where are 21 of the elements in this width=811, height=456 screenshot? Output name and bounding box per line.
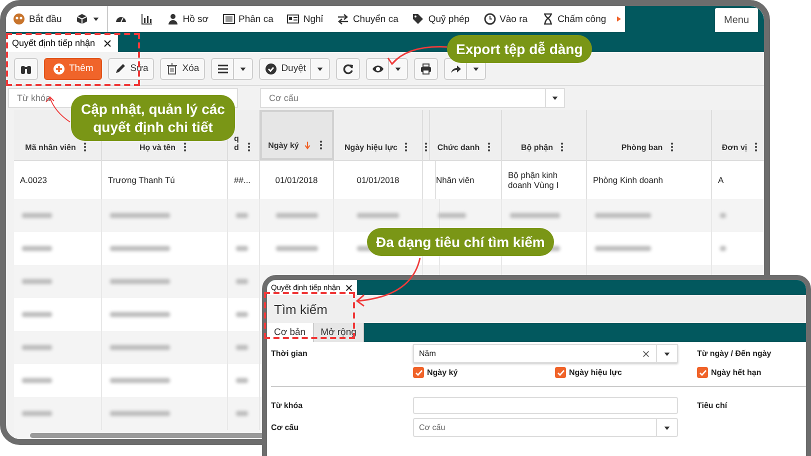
table-cell: A xyxy=(718,175,724,185)
checkbox-label: Ngày ký xyxy=(427,368,458,377)
table-cell: Trương Thanh Tú xyxy=(108,175,175,185)
table-cell: Phòng Kinh doanh xyxy=(593,175,663,185)
field-label: Từ khóa xyxy=(271,401,304,410)
table-cell: 01/01/2018 xyxy=(356,175,400,185)
table-cell-text: Bộ phận kinh doanh Vùng I xyxy=(508,170,560,190)
table-cell: Nhân viên xyxy=(436,175,474,185)
checkbox-label: Ngày hết hạn xyxy=(711,368,762,377)
field-label: Cơ cấu xyxy=(271,423,300,432)
field-label: Tiêu chí xyxy=(697,401,728,410)
table-cell: ##... xyxy=(234,175,251,185)
callout-tooltip: Đa dạng tiêu chí tìm kiếm xyxy=(367,228,554,256)
checkbox-label: Ngày hiệu lực xyxy=(569,368,622,377)
field-label: Từ ngày / Đến ngày xyxy=(697,349,772,358)
panel-title: Tìm kiếm xyxy=(274,302,328,316)
callout-tooltip: Cập nhật, quản lý các quyết định chi tiết xyxy=(71,95,235,142)
field-label: Thời gian xyxy=(271,349,308,358)
callout-tooltip: Export tệp dễ dàng xyxy=(447,35,592,64)
table-cell: A.0023 xyxy=(20,175,47,185)
table-cell: 01/01/2018 xyxy=(275,175,318,185)
